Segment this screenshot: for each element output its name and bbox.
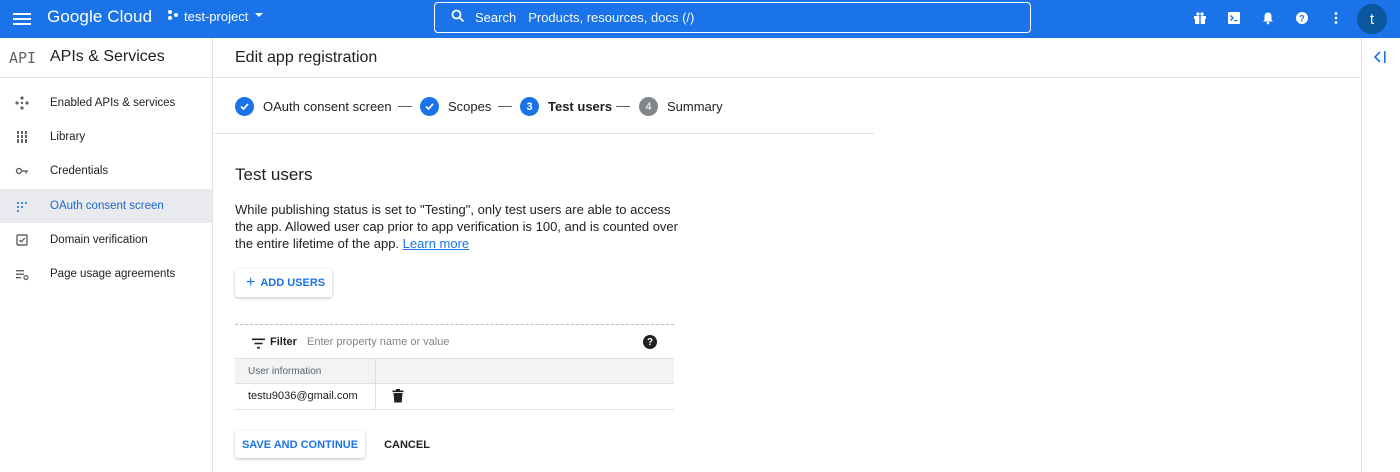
sidebar-item-label: Domain verification (50, 234, 148, 246)
notifications-icon[interactable] (1258, 8, 1278, 28)
right-rail (1361, 38, 1400, 472)
sidebar-item-page-usage-agreements[interactable]: Page usage agreements (0, 257, 212, 291)
step-test-users[interactable]: 3 Test users (520, 97, 612, 116)
table-header: User information (235, 359, 674, 384)
column-header-user-information[interactable]: User information (248, 366, 321, 377)
project-picker[interactable]: test-project (167, 9, 265, 24)
collapse-panel-icon[interactable] (1372, 50, 1388, 67)
step-number: 3 (520, 97, 539, 116)
delete-icon[interactable] (392, 389, 404, 408)
step-oauth-consent-screen[interactable]: OAuth consent screen (235, 97, 392, 116)
column-divider (375, 359, 376, 384)
add-users-label: ADD USERS (260, 277, 326, 289)
filter-label: Filter (270, 336, 297, 348)
top-bar: Google Cloud test-project Search Product… (0, 0, 1400, 38)
sidebar-header: API APIs & Services (0, 38, 212, 78)
sidebar-item-domain-verification[interactable]: Domain verification (0, 223, 212, 257)
avatar[interactable]: t (1357, 4, 1387, 34)
filter-icon (252, 336, 265, 354)
save-and-continue-button[interactable]: SAVE AND CONTINUE (235, 431, 365, 458)
learn-more-link[interactable]: Learn more (403, 236, 469, 251)
section-title: Test users (235, 165, 313, 184)
sidebar-item-oauth-consent-screen[interactable]: OAuth consent screen (0, 189, 212, 223)
help-icon[interactable]: ? (643, 335, 657, 349)
step-number: 4 (639, 97, 658, 116)
add-users-button[interactable]: + ADD USERS (235, 269, 332, 297)
sidebar-item-label: Page usage agreements (50, 268, 176, 280)
sidebar-title: APIs & Services (50, 48, 165, 65)
step-divider (498, 106, 512, 107)
cloud-shell-icon[interactable] (1224, 8, 1244, 28)
cancel-button[interactable]: CANCEL (378, 431, 436, 458)
dots-grid-icon (14, 198, 30, 214)
more-vert-icon[interactable] (1326, 8, 1346, 28)
step-label: OAuth consent screen (263, 99, 392, 114)
sidebar-item-credentials[interactable]: Credentials (0, 154, 212, 188)
sidebar-item-label: Library (50, 131, 86, 143)
sidebar-item-label: Enabled APIs & services (50, 97, 176, 109)
sidebar-item-label: OAuth consent screen (50, 200, 164, 212)
table-row: testu9036@gmail.com (235, 384, 674, 410)
diamond-grid-icon (14, 95, 30, 111)
section-description: While publishing status is set to "Testi… (235, 201, 680, 252)
step-divider (616, 106, 630, 107)
project-name: test-project (184, 9, 249, 24)
library-icon (14, 129, 30, 145)
step-summary[interactable]: 4 Summary (639, 97, 723, 116)
step-label: Summary (667, 99, 723, 114)
chevron-down-icon (253, 9, 265, 24)
search-placeholder: Products, resources, docs (/) (528, 10, 695, 25)
step-label: Scopes (448, 99, 492, 114)
menu-icon[interactable] (12, 9, 32, 29)
google-cloud-logo[interactable]: Google Cloud (47, 7, 152, 27)
help-icon[interactable]: ? (1292, 8, 1312, 28)
plus-icon: + (246, 274, 256, 291)
sidebar-item-label: Credentials (50, 165, 109, 177)
step-label: Test users (548, 99, 613, 114)
user-email: testu9036@gmail.com (248, 390, 358, 402)
svg-text:?: ? (1299, 13, 1305, 23)
gift-icon[interactable] (1190, 8, 1210, 28)
api-icon: API (9, 49, 37, 67)
column-divider (375, 384, 376, 410)
step-scopes[interactable]: Scopes (420, 97, 491, 116)
page-header: Edit app registration (214, 38, 1360, 78)
key-icon (14, 163, 30, 179)
sidebar-item-library[interactable]: Library (0, 120, 212, 154)
filter-input[interactable]: Enter property name or value (307, 336, 449, 348)
search-icon (451, 9, 465, 26)
check-circle-icon (235, 97, 254, 116)
search-box[interactable]: Search Products, resources, docs (/) (434, 2, 1031, 33)
filter-bar[interactable]: Filter Enter property name or value ? (235, 324, 674, 359)
sidebar: API APIs & Services Enabled APIs & servi… (0, 38, 213, 472)
settings-list-icon (14, 266, 30, 282)
check-circle-icon (420, 97, 439, 116)
search-label: Search (475, 10, 517, 25)
checkbox-icon (14, 232, 30, 248)
step-divider (398, 106, 412, 107)
project-icon (167, 9, 179, 24)
page-title: Edit app registration (235, 49, 378, 66)
sidebar-item-enabled-apis[interactable]: Enabled APIs & services (0, 86, 212, 120)
stepper: OAuth consent screen Scopes 3 Test users… (214, 79, 874, 134)
